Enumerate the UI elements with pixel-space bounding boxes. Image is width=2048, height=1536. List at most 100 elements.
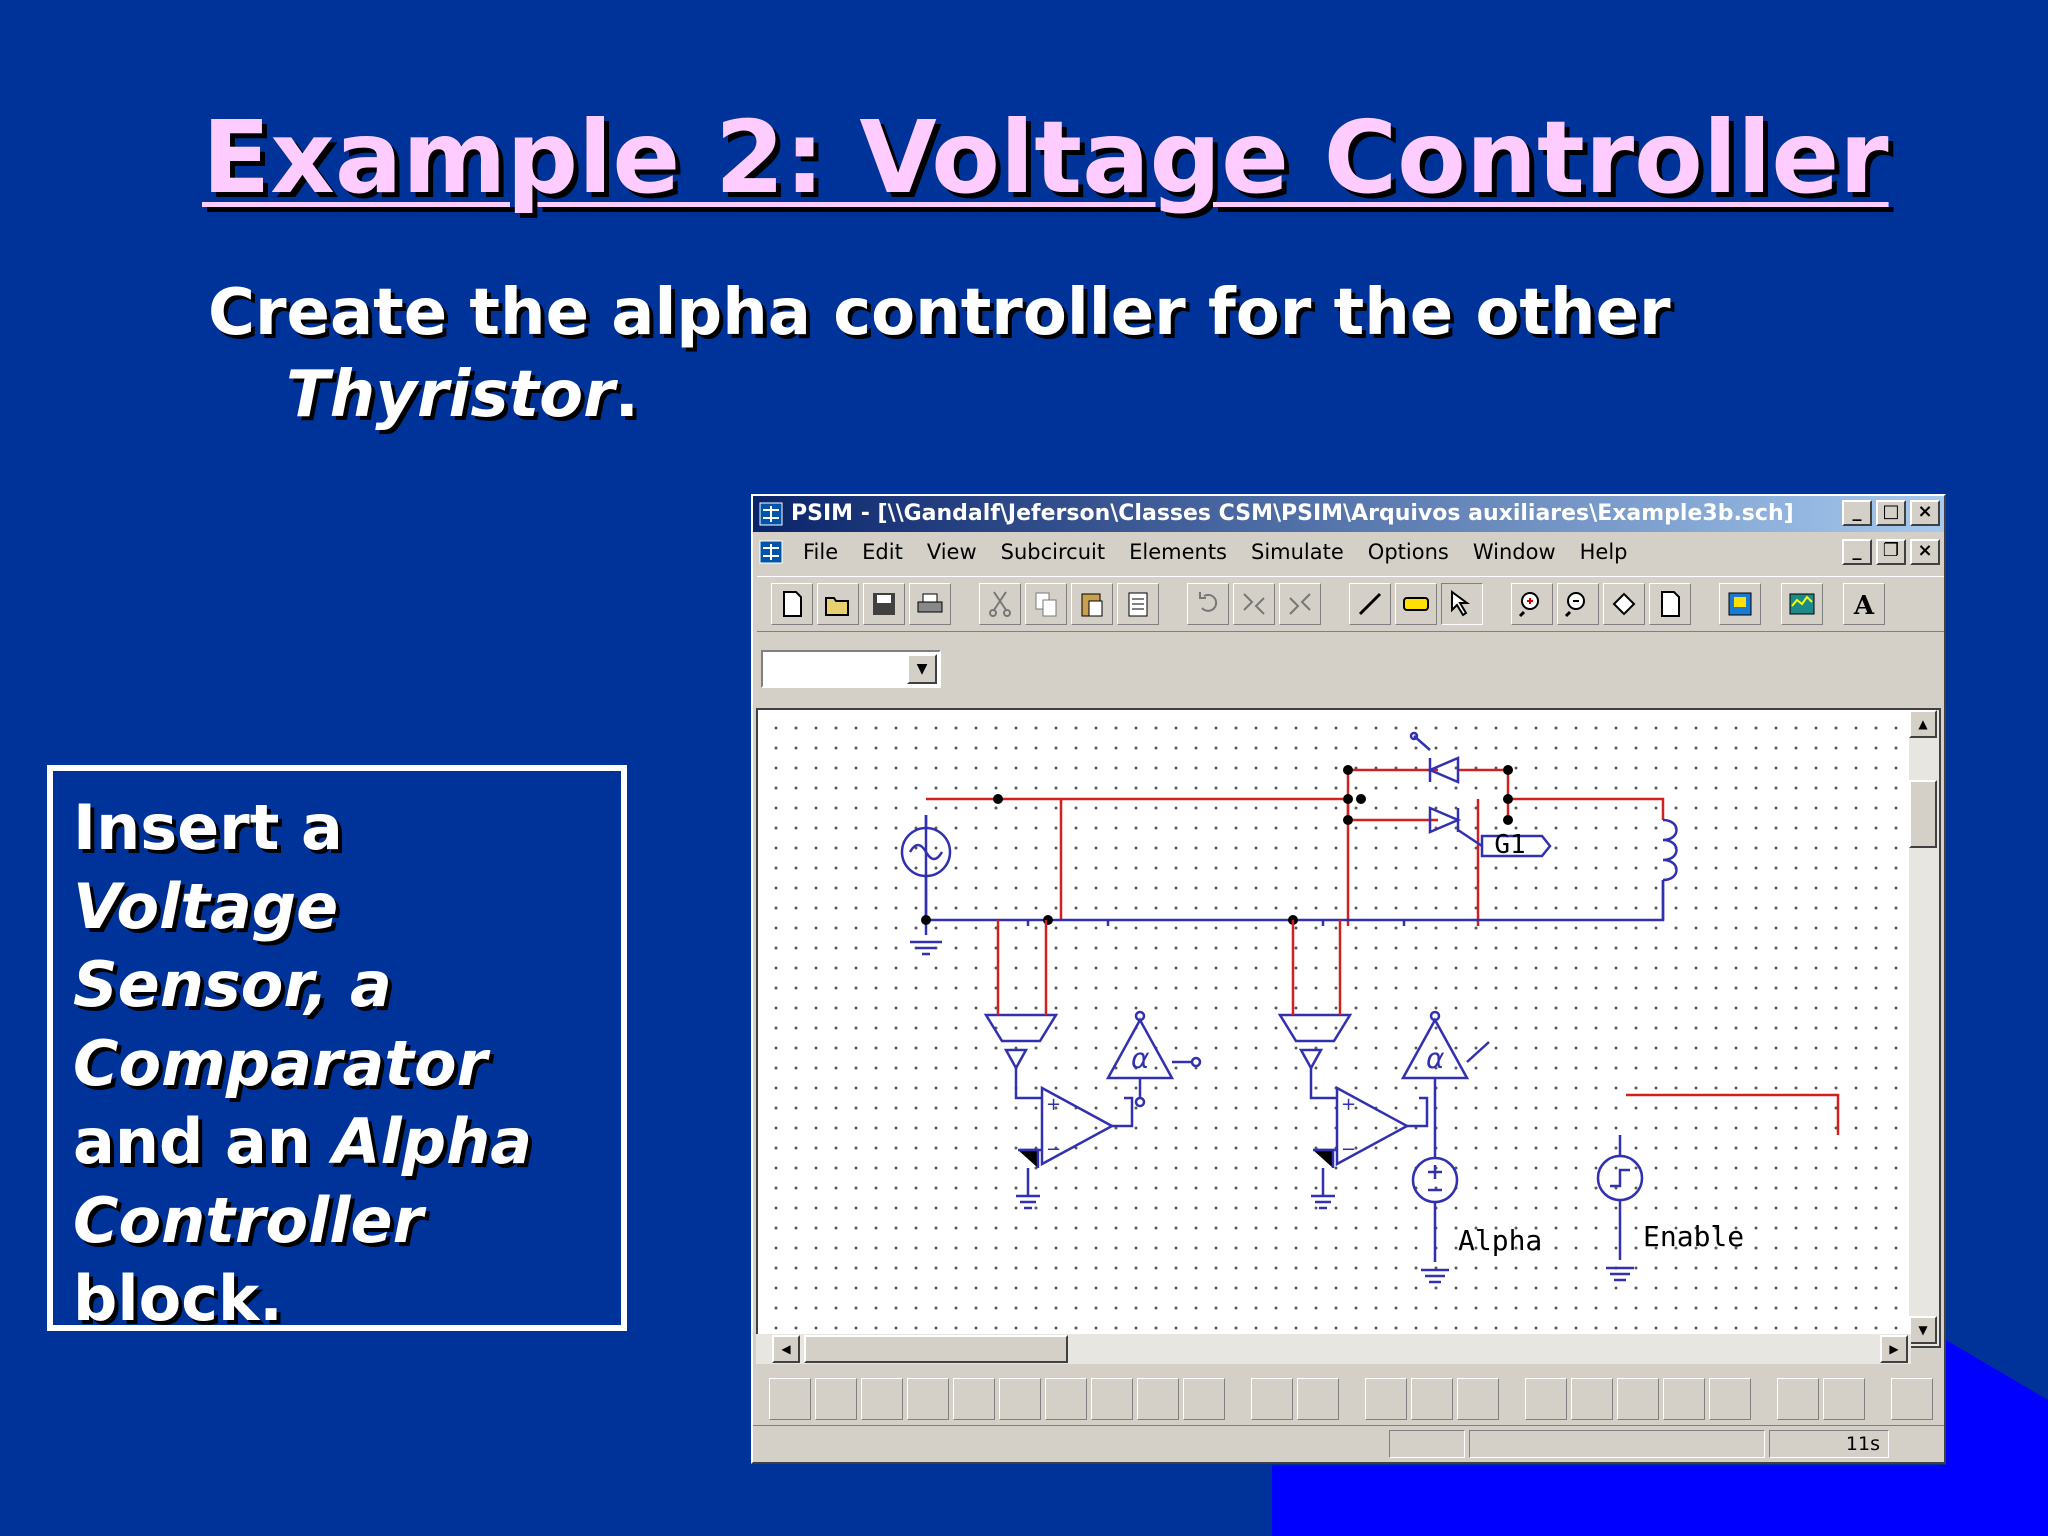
diode-component-icon[interactable] bbox=[953, 1378, 995, 1420]
scroll-left-icon[interactable]: ◀ bbox=[772, 1335, 800, 1363]
save-icon[interactable] bbox=[863, 583, 905, 625]
menu-help[interactable]: Help bbox=[1580, 534, 1628, 570]
doc-close-icon[interactable]: × bbox=[1910, 539, 1940, 565]
instruction-box: Insert a Voltage Sensor, a Comparator an… bbox=[47, 765, 627, 1335]
svg-text:−: − bbox=[1341, 1139, 1356, 1160]
select-icon[interactable] bbox=[1441, 583, 1483, 625]
menu-edit[interactable]: Edit bbox=[862, 534, 903, 570]
document-icon[interactable] bbox=[759, 540, 783, 564]
scroll-up-icon[interactable]: ▲ bbox=[1909, 710, 1937, 738]
subtitle-italic: Thyristor bbox=[286, 358, 615, 432]
menu-window[interactable]: Window bbox=[1473, 534, 1556, 570]
svg-text:A: A bbox=[1853, 591, 1875, 621]
vertical-scrollbar[interactable]: ▲ ▼ bbox=[1909, 710, 1939, 1346]
switch-component-icon[interactable] bbox=[1137, 1378, 1179, 1420]
igbt-component-icon[interactable] bbox=[1045, 1378, 1087, 1420]
g1-label-box: G1 bbox=[1480, 830, 1552, 860]
square-source-component-icon[interactable] bbox=[1617, 1378, 1659, 1420]
note-line-6: Alpha bbox=[332, 1105, 533, 1178]
probe-component-icon[interactable] bbox=[1297, 1378, 1339, 1420]
svg-text:+: + bbox=[1046, 1094, 1061, 1115]
menu-view[interactable]: View bbox=[927, 534, 977, 570]
chevron-down-icon[interactable]: ▼ bbox=[907, 654, 937, 684]
paste-icon[interactable] bbox=[1071, 583, 1113, 625]
doc-restore-icon[interactable]: ❐ bbox=[1876, 539, 1906, 565]
block-component-icon[interactable] bbox=[1251, 1378, 1293, 1420]
scroll-thumb[interactable] bbox=[1909, 780, 1937, 848]
step-source-component-icon[interactable] bbox=[1709, 1378, 1751, 1420]
dc-source-component-icon[interactable] bbox=[1525, 1378, 1567, 1420]
print-icon[interactable] bbox=[909, 583, 951, 625]
inductor-component-icon[interactable] bbox=[861, 1378, 903, 1420]
dc-source-icon bbox=[1411, 1156, 1459, 1284]
voltage-probe-component-icon[interactable] bbox=[1365, 1378, 1407, 1420]
title-bar[interactable]: PSIM - [\\Gandalf\Jeferson\Classes CSM\P… bbox=[753, 496, 1944, 532]
flip-icon[interactable] bbox=[1233, 583, 1275, 625]
voltmeter-component-icon[interactable] bbox=[1411, 1378, 1453, 1420]
zoom-in-icon[interactable] bbox=[1511, 583, 1553, 625]
menu-elements[interactable]: Elements bbox=[1129, 534, 1227, 570]
triangle-source-component-icon[interactable] bbox=[1663, 1378, 1705, 1420]
transformer-component-icon[interactable] bbox=[1183, 1378, 1225, 1420]
menu-options[interactable]: Options bbox=[1368, 534, 1449, 570]
scroll-right-icon[interactable]: ▶ bbox=[1880, 1335, 1908, 1363]
circuit-diagram: G1 + − α + − α Alpha Enable bbox=[900, 731, 1840, 1284]
cut-icon[interactable] bbox=[979, 583, 1021, 625]
page-icon[interactable] bbox=[1649, 583, 1691, 625]
simcad-icon[interactable] bbox=[1719, 583, 1761, 625]
horizontal-scrollbar[interactable]: ◀ ▶ bbox=[756, 1334, 1911, 1364]
close-icon[interactable]: × bbox=[1910, 500, 1940, 526]
g1-label: G1 bbox=[1494, 830, 1525, 860]
note-line-8: block. bbox=[73, 1262, 283, 1335]
note-line-5: and an bbox=[73, 1105, 311, 1178]
rotate-icon[interactable] bbox=[1187, 583, 1229, 625]
menu-subcircuit[interactable]: Subcircuit bbox=[1001, 534, 1105, 570]
zoom-out-icon[interactable] bbox=[1557, 583, 1599, 625]
mirror-icon[interactable] bbox=[1279, 583, 1321, 625]
thyristor-component-icon[interactable] bbox=[999, 1378, 1041, 1420]
ground-icon bbox=[1016, 1148, 1040, 1210]
main-toolbar: A bbox=[757, 576, 1944, 632]
sensor-component-icon[interactable] bbox=[1777, 1378, 1819, 1420]
status-time: 11s bbox=[1769, 1430, 1889, 1458]
new-icon[interactable] bbox=[771, 583, 813, 625]
open-icon[interactable] bbox=[817, 583, 859, 625]
sensor-alt-component-icon[interactable] bbox=[1823, 1378, 1865, 1420]
note-line-1: Insert a bbox=[73, 791, 343, 864]
text-icon[interactable]: A bbox=[1843, 583, 1885, 625]
alpha-controller-icon: α bbox=[1105, 1010, 1202, 1108]
subtitle-end: . bbox=[614, 358, 639, 432]
svg-text:+: + bbox=[1341, 1094, 1356, 1115]
alpha-controller-icon: α bbox=[1400, 1010, 1490, 1158]
label-icon[interactable] bbox=[1395, 583, 1437, 625]
minimize-icon[interactable]: _ bbox=[1842, 500, 1872, 526]
copy-icon[interactable] bbox=[1025, 583, 1067, 625]
mosfet-component-icon[interactable] bbox=[1091, 1378, 1133, 1420]
ground-component-icon[interactable] bbox=[769, 1378, 811, 1420]
ammeter-component-icon[interactable] bbox=[1457, 1378, 1499, 1420]
capacitor-component-icon[interactable] bbox=[907, 1378, 949, 1420]
maximize-icon[interactable]: □ bbox=[1876, 500, 1906, 526]
voltage-sensor-icon bbox=[983, 920, 1059, 1100]
ground-icon bbox=[910, 940, 942, 956]
scroll-down-icon[interactable]: ▼ bbox=[1909, 1316, 1937, 1344]
gain-component-icon[interactable] bbox=[1891, 1378, 1933, 1420]
doc-minimize-icon[interactable]: _ bbox=[1842, 539, 1872, 565]
ground-icon bbox=[1311, 1148, 1335, 1210]
components-toolbar bbox=[757, 1374, 1944, 1424]
wire-icon[interactable] bbox=[1349, 583, 1391, 625]
menu-file[interactable]: File bbox=[803, 534, 838, 570]
step-source-icon bbox=[1596, 1135, 1644, 1282]
zoom-fit-icon[interactable] bbox=[1603, 583, 1645, 625]
ac-source-component-icon[interactable] bbox=[1571, 1378, 1613, 1420]
schematic-canvas[interactable]: G1 + − α + − α Alpha Enable ▲ ▼ bbox=[756, 708, 1941, 1348]
status-pane-2 bbox=[1469, 1430, 1765, 1458]
paste-special-icon[interactable] bbox=[1117, 583, 1159, 625]
svg-text:α: α bbox=[1426, 1042, 1445, 1075]
element-combo[interactable]: ▼ bbox=[761, 650, 941, 688]
note-line-2: Voltage bbox=[73, 869, 339, 943]
menu-simulate[interactable]: Simulate bbox=[1251, 534, 1344, 570]
scroll-thumb-horizontal[interactable] bbox=[804, 1335, 1068, 1363]
simview-icon[interactable] bbox=[1781, 583, 1823, 625]
resistor-component-icon[interactable] bbox=[815, 1378, 857, 1420]
